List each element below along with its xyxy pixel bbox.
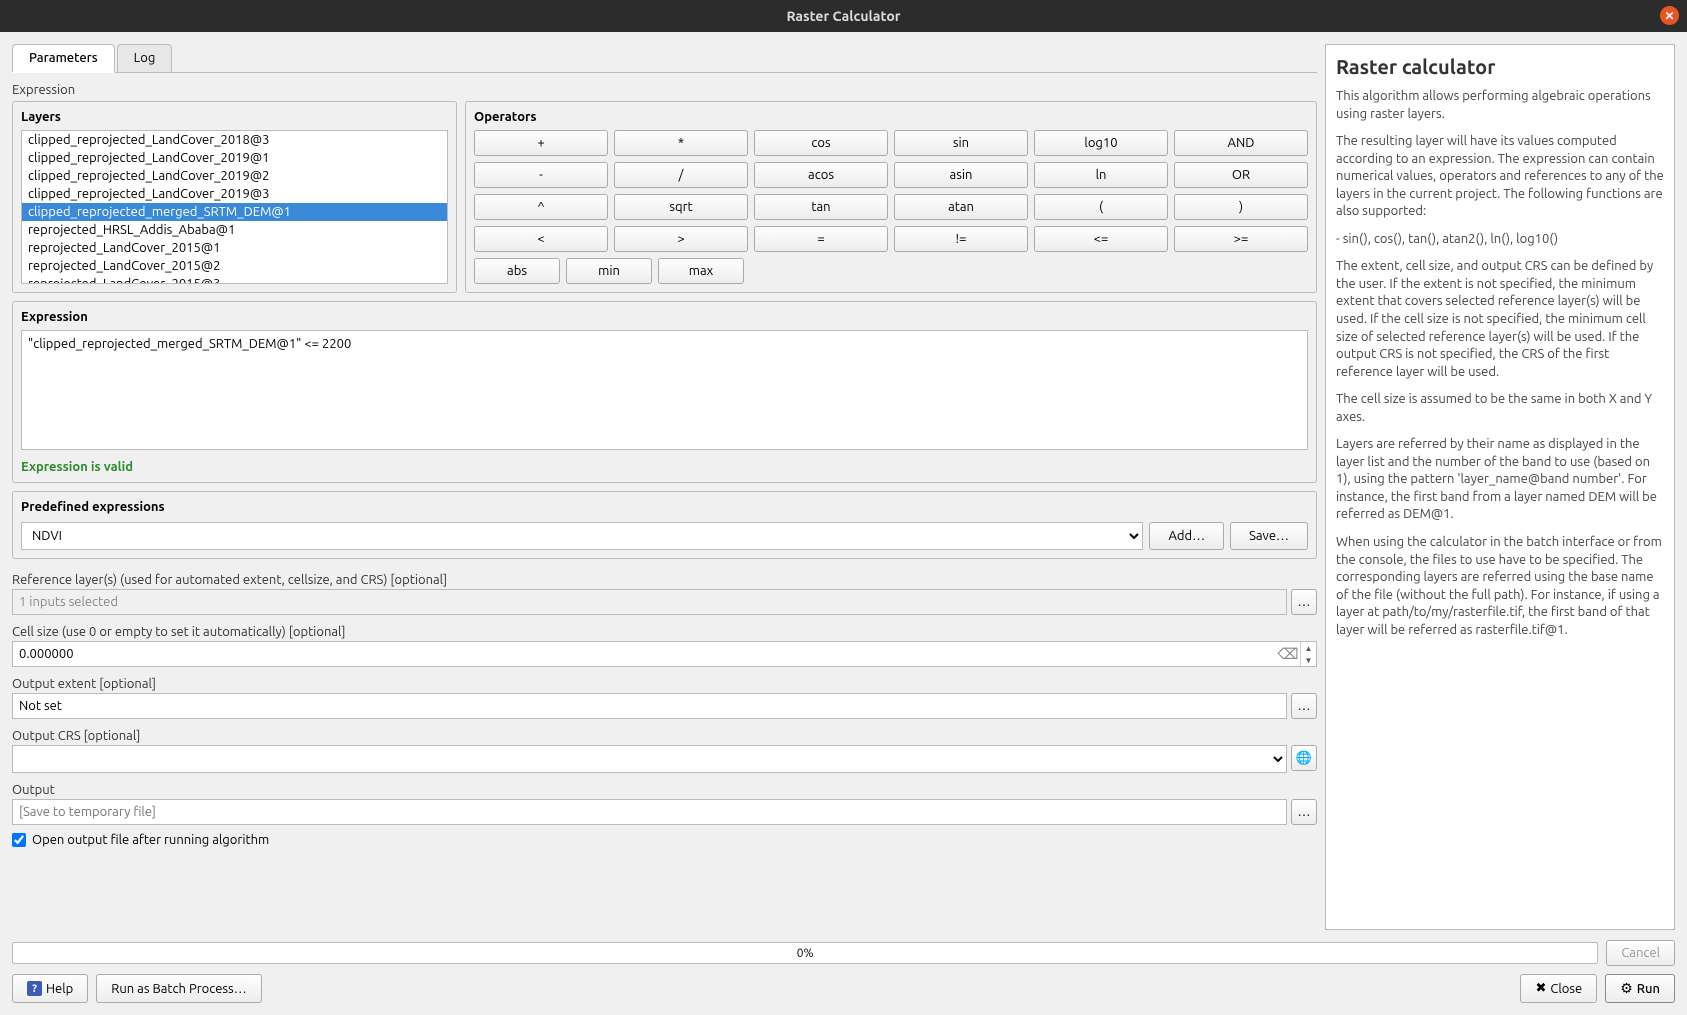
- layer-item[interactable]: reprojected_LandCover_2015@3: [22, 275, 447, 284]
- help-button[interactable]: ?Help: [12, 974, 88, 1003]
- operator-button[interactable]: (: [1034, 194, 1168, 220]
- expression-group: Expression Expression is valid: [12, 301, 1317, 483]
- operator-button[interactable]: OR: [1174, 162, 1308, 188]
- operator-button[interactable]: ^: [474, 194, 608, 220]
- layer-item[interactable]: clipped_reprojected_LandCover_2019@2: [22, 167, 447, 185]
- gear-icon: ⚙: [1620, 980, 1633, 997]
- operator-button[interactable]: log10: [1034, 130, 1168, 156]
- crs-picker-button[interactable]: 🌐: [1291, 745, 1317, 771]
- operator-button[interactable]: asin: [894, 162, 1028, 188]
- predefined-header: Predefined expressions: [21, 500, 1308, 514]
- operator-button[interactable]: <: [474, 226, 608, 252]
- layers-panel: Layers clipped_reprojected_LandCover_201…: [12, 101, 457, 293]
- open-output-checkbox-row[interactable]: Open output file after running algorithm: [12, 833, 1317, 847]
- operator-button[interactable]: -: [474, 162, 608, 188]
- extent-input[interactable]: [12, 693, 1287, 719]
- progress-bar: 0%: [12, 942, 1598, 964]
- cellsize-label: Cell size (use 0 or empty to set it auto…: [12, 625, 1317, 639]
- operators-grid-2: absminmax: [474, 258, 1308, 284]
- cellsize-spinbox[interactable]: ⌫ ▲ ▼: [12, 641, 1317, 667]
- cancel-button[interactable]: Cancel: [1606, 940, 1675, 966]
- close-icon[interactable]: ✕: [1660, 6, 1679, 25]
- layer-item[interactable]: reprojected_LandCover_2015@2: [22, 257, 447, 275]
- layer-item[interactable]: clipped_reprojected_LandCover_2018@3: [22, 131, 447, 149]
- help-icon: ?: [27, 981, 42, 996]
- cellsize-input[interactable]: [13, 642, 1276, 666]
- predefined-save-button[interactable]: Save…: [1230, 522, 1308, 550]
- operator-button[interactable]: sqrt: [614, 194, 748, 220]
- crs-label: Output CRS [optional]: [12, 729, 1317, 743]
- batch-button[interactable]: Run as Batch Process…: [96, 974, 261, 1003]
- expression-valid-message: Expression is valid: [21, 460, 1308, 474]
- open-output-label: Open output file after running algorithm: [32, 833, 269, 847]
- titlebar: Raster Calculator ✕: [0, 0, 1687, 32]
- operators-panel: Operators +*cossinlog10AND -/acosasinlnOR…: [465, 101, 1317, 293]
- help-title: Raster calculator: [1336, 55, 1664, 78]
- help-panel: Raster calculator This algorithm allows …: [1325, 44, 1675, 930]
- expression-input[interactable]: [21, 330, 1308, 450]
- expression-section-label: Expression: [12, 79, 1317, 101]
- close-button[interactable]: ✖Close: [1520, 974, 1597, 1003]
- crs-select[interactable]: [12, 745, 1287, 773]
- operator-button[interactable]: >=: [1174, 226, 1308, 252]
- predefined-select[interactable]: NDVI: [21, 522, 1143, 550]
- tab-log[interactable]: Log: [117, 44, 173, 72]
- close-x-icon: ✖: [1535, 981, 1546, 996]
- operator-button[interactable]: =: [754, 226, 888, 252]
- operator-button[interactable]: !=: [894, 226, 1028, 252]
- help-text: This algorithm allows performing algebra…: [1336, 88, 1664, 639]
- globe-icon: 🌐: [1296, 751, 1312, 766]
- operators-header: Operators: [474, 110, 1308, 124]
- operator-button[interactable]: AND: [1174, 130, 1308, 156]
- predefined-add-button[interactable]: Add…: [1149, 522, 1224, 550]
- layer-item[interactable]: reprojected_HRSL_Addis_Ababa@1: [22, 221, 447, 239]
- window-title: Raster Calculator: [786, 8, 900, 24]
- layers-list[interactable]: clipped_reprojected_LandCover_2018@3clip…: [21, 130, 448, 284]
- reference-layers-label: Reference layer(s) (used for automated e…: [12, 573, 1317, 587]
- output-input[interactable]: [12, 799, 1287, 825]
- cellsize-clear-icon[interactable]: ⌫: [1276, 642, 1300, 666]
- reference-layers-browse-button[interactable]: …: [1291, 589, 1317, 615]
- operator-button[interactable]: >: [614, 226, 748, 252]
- layer-item[interactable]: clipped_reprojected_LandCover_2019@3: [22, 185, 447, 203]
- output-browse-button[interactable]: …: [1291, 799, 1317, 825]
- operator-button[interactable]: min: [566, 258, 652, 284]
- output-label: Output: [12, 783, 1317, 797]
- predefined-group: Predefined expressions NDVI Add… Save…: [12, 491, 1317, 559]
- extent-label: Output extent [optional]: [12, 677, 1317, 691]
- operator-button[interactable]: +: [474, 130, 608, 156]
- operator-button[interactable]: /: [614, 162, 748, 188]
- layer-item[interactable]: clipped_reprojected_merged_SRTM_DEM@1: [22, 203, 447, 221]
- cellsize-down-icon[interactable]: ▼: [1301, 654, 1316, 666]
- layers-header: Layers: [21, 110, 448, 124]
- layer-item[interactable]: clipped_reprojected_LandCover_2019@1: [22, 149, 447, 167]
- operator-button[interactable]: atan: [894, 194, 1028, 220]
- open-output-checkbox[interactable]: [12, 833, 26, 847]
- operator-button[interactable]: abs: [474, 258, 560, 284]
- operator-button[interactable]: *: [614, 130, 748, 156]
- tab-bar: Parameters Log: [12, 44, 1317, 73]
- operators-grid: +*cossinlog10AND -/acosasinlnOR ^sqrttanat…: [474, 130, 1308, 252]
- run-button[interactable]: ⚙Run: [1605, 974, 1675, 1003]
- operator-button[interactable]: ): [1174, 194, 1308, 220]
- reference-layers-input[interactable]: [12, 589, 1287, 615]
- operator-button[interactable]: max: [658, 258, 744, 284]
- tab-parameters[interactable]: Parameters: [12, 44, 115, 73]
- expression-header: Expression: [21, 310, 1308, 324]
- operator-button[interactable]: cos: [754, 130, 888, 156]
- operator-button[interactable]: sin: [894, 130, 1028, 156]
- layer-item[interactable]: reprojected_LandCover_2015@1: [22, 239, 447, 257]
- operator-button[interactable]: ln: [1034, 162, 1168, 188]
- cellsize-up-icon[interactable]: ▲: [1301, 642, 1316, 654]
- operator-button[interactable]: <=: [1034, 226, 1168, 252]
- extent-browse-button[interactable]: …: [1291, 693, 1317, 719]
- operator-button[interactable]: acos: [754, 162, 888, 188]
- operator-button[interactable]: tan: [754, 194, 888, 220]
